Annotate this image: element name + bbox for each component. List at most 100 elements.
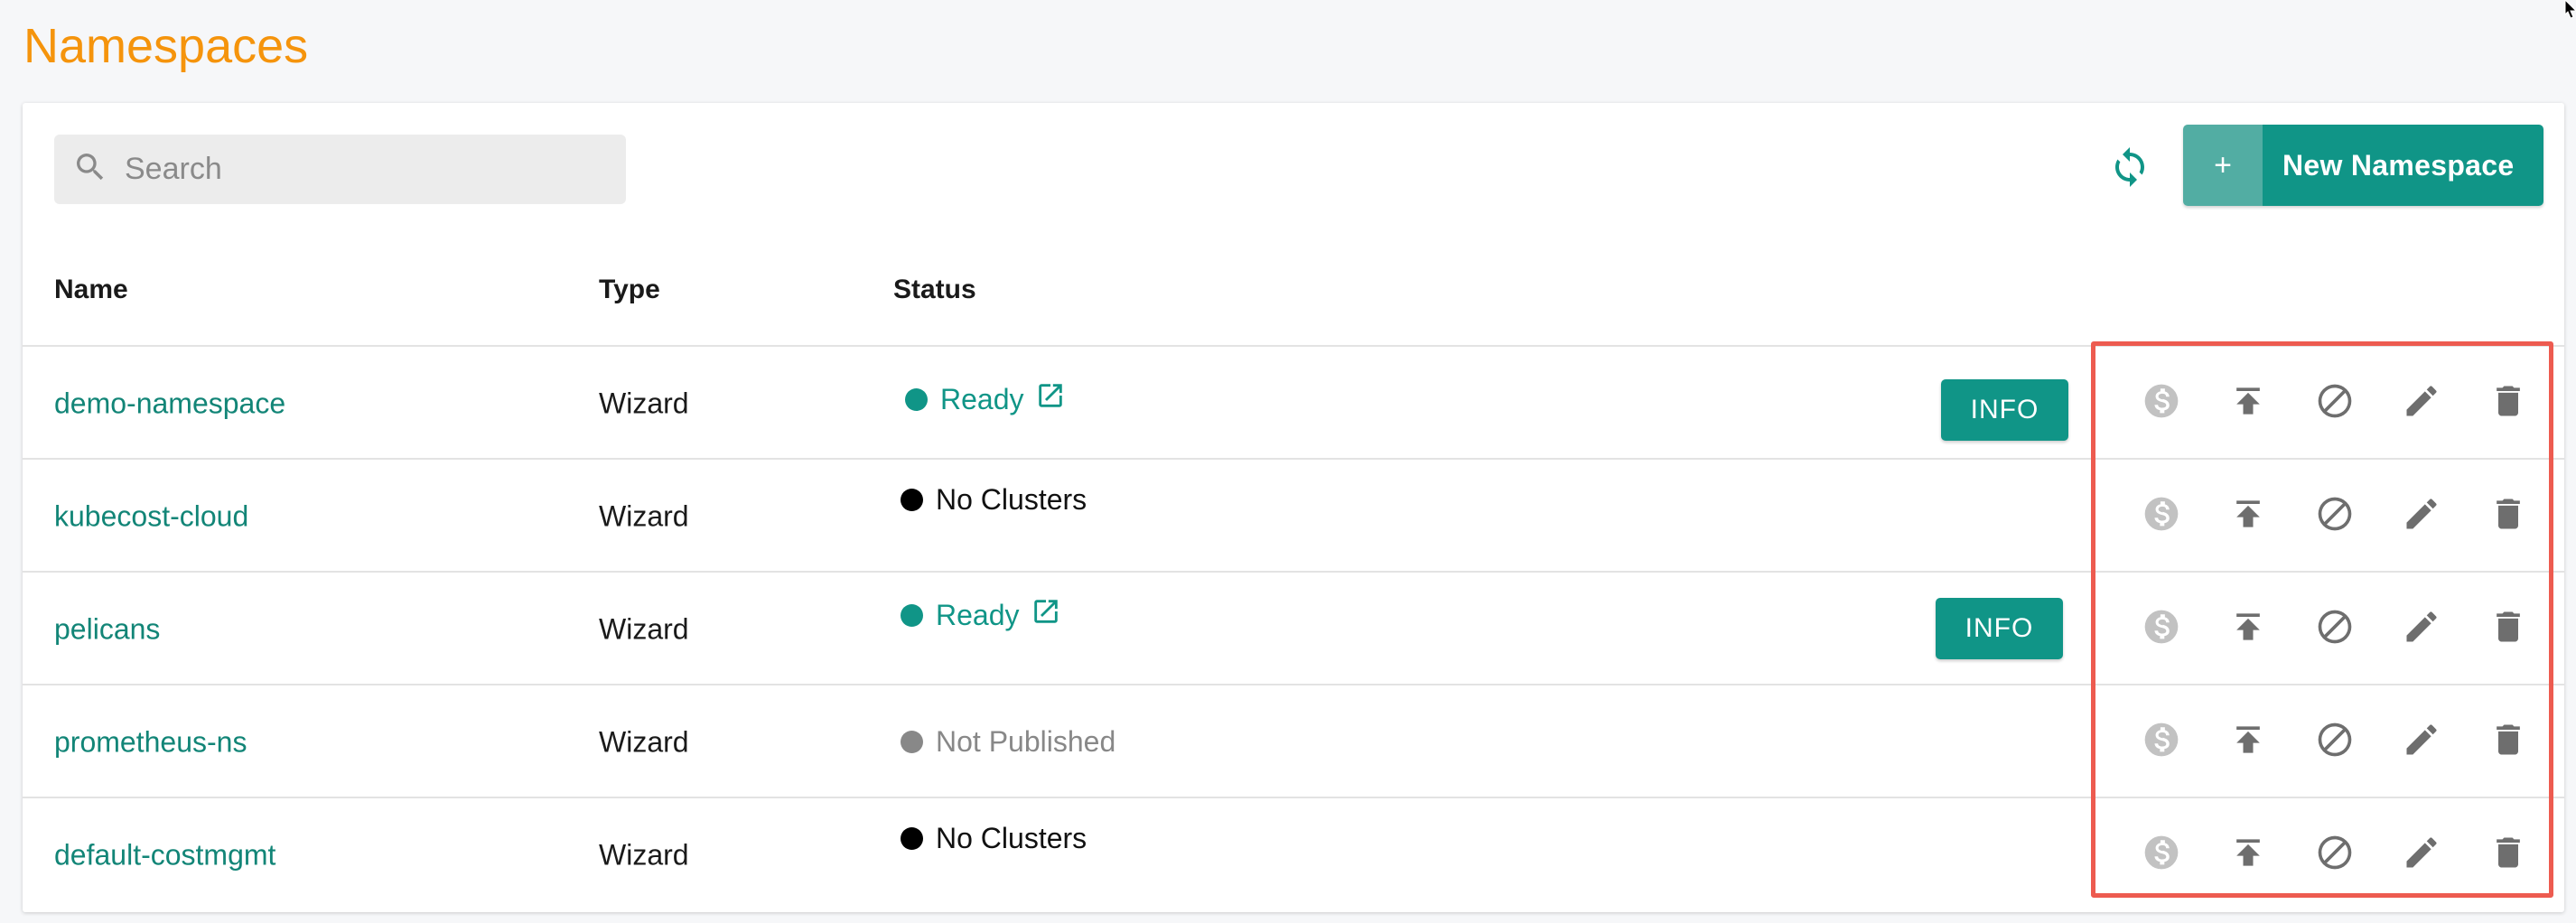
edit-icon [2402,381,2441,425]
dollar-icon [2142,833,2181,877]
edit-button[interactable] [2396,717,2447,768]
row-actions [2109,460,2534,573]
publish-icon [2228,381,2268,425]
row-actions [2109,685,2534,798]
disable-icon [2315,833,2355,877]
edit-button[interactable] [2396,378,2447,429]
namespace-name-link[interactable]: demo-namespace [54,387,285,420]
status-dot [901,489,923,511]
delete-icon [2488,720,2528,764]
delete-icon [2488,833,2528,877]
publish-icon [2228,720,2268,764]
table-row: prometheus-ns Wizard Not Published [23,685,2564,798]
edit-icon [2402,607,2441,651]
disable-icon [2315,720,2355,764]
refresh-button[interactable] [2100,139,2160,199]
table-row: kubecost-cloud Wizard No Clusters [23,460,2564,573]
edit-button[interactable] [2396,830,2447,881]
namespace-name-link[interactable]: default-costmgmt [54,838,275,872]
mouse-cursor-icon [2564,0,2576,18]
namespace-name-link[interactable]: kubecost-cloud [54,499,248,533]
status-label: No Clusters [936,822,1087,854]
table-row: default-costmgmt Wizard No Clusters [23,798,2564,911]
delete-button[interactable] [2483,491,2534,542]
namespace-type: Wizard [599,612,689,645]
disable-button[interactable] [2310,717,2360,768]
dollar-icon [2142,607,2181,651]
delete-icon [2488,381,2528,425]
namespace-name-link[interactable]: prometheus-ns [54,725,247,759]
publish-button[interactable] [2223,604,2273,655]
status-label: No Clusters [936,483,1087,516]
status-dot [901,603,923,627]
dollar-icon [2142,720,2181,764]
publish-button[interactable] [2223,491,2273,542]
status-label: Ready [936,598,1020,631]
cost-button[interactable] [2136,717,2187,768]
edit-icon [2402,720,2441,764]
cost-button[interactable] [2136,378,2187,429]
dollar-icon [2142,494,2181,538]
namespace-type: Wizard [599,499,689,532]
column-header-type: Type [599,275,660,304]
delete-icon [2488,494,2528,538]
namespace-type: Wizard [599,387,689,419]
status-ready-link[interactable]: Ready [901,596,1061,634]
delete-button[interactable] [2483,604,2534,655]
row-actions [2109,347,2534,460]
cost-button[interactable] [2136,491,2187,542]
delete-icon [2488,607,2528,651]
delete-button[interactable] [2483,830,2534,881]
disable-button[interactable] [2310,604,2360,655]
search-input[interactable] [125,152,576,187]
cost-button[interactable] [2136,604,2187,655]
info-button[interactable]: INFO [1936,598,2063,659]
status-text: No Clusters [901,822,1087,855]
table-row: pelicans Wizard Ready INFO [23,573,2564,685]
status-ready-link[interactable]: Ready [905,380,1066,418]
new-namespace-label: New Namespace [2263,125,2543,206]
disable-icon [2315,494,2355,538]
status-label: Not Published [936,725,1116,758]
delete-button[interactable] [2483,378,2534,429]
table-row: demo-namespace Wizard Ready INFO [23,347,2564,460]
namespace-name-link[interactable]: pelicans [54,612,160,646]
disable-icon [2315,607,2355,651]
delete-button[interactable] [2483,717,2534,768]
disable-button[interactable] [2310,378,2360,429]
status-label: Ready [940,382,1024,415]
disable-button[interactable] [2310,830,2360,881]
status-dot [905,387,928,411]
namespace-type: Wizard [599,725,689,758]
refresh-icon [2108,145,2151,193]
info-button[interactable]: INFO [1941,379,2068,441]
new-namespace-button[interactable]: + New Namespace [2183,125,2543,206]
publish-icon [2228,494,2268,538]
status-dot [901,731,923,753]
edit-button[interactable] [2396,604,2447,655]
publish-button[interactable] [2223,830,2273,881]
row-actions [2109,798,2534,911]
plus-icon: + [2183,125,2263,206]
status-text: Not Published [901,725,1115,759]
column-header-status: Status [893,275,976,304]
external-link-icon [1024,380,1066,418]
publish-button[interactable] [2223,378,2273,429]
status-text: No Clusters [901,483,1087,517]
search-icon [72,149,108,190]
column-header-name: Name [54,275,128,304]
external-link-icon [1020,596,1061,634]
row-actions [2109,573,2534,685]
page-title: Namespaces [23,19,309,73]
search-box[interactable] [54,135,626,204]
edit-button[interactable] [2396,491,2447,542]
namespace-type: Wizard [599,838,689,871]
disable-button[interactable] [2310,491,2360,542]
disable-icon [2315,381,2355,425]
edit-icon [2402,833,2441,877]
cost-button[interactable] [2136,830,2187,881]
publish-button[interactable] [2223,717,2273,768]
status-dot [901,827,923,850]
dollar-icon [2142,381,2181,425]
namespaces-card: + New Namespace Name Type Status demo-na… [23,103,2564,912]
